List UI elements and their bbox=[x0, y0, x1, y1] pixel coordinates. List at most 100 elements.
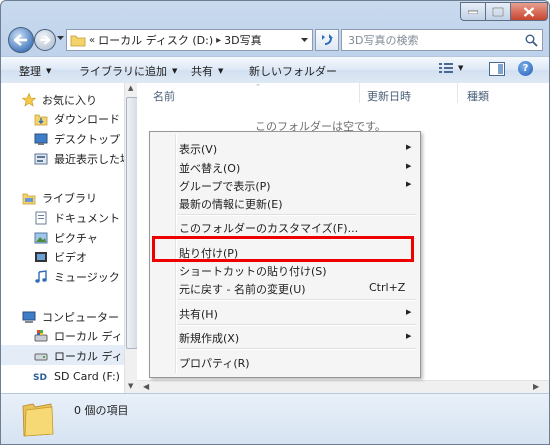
item-count: 0 個の項目 bbox=[74, 404, 129, 417]
menu-item-group-by[interactable]: グループで表示(P) bbox=[179, 178, 271, 194]
command-bar: 整理 ▼ ライブラリに追加 ▼ 共有 ▼ 新しいフォルダー ▼ ? bbox=[1, 56, 549, 84]
sort-indicator-icon: ⌃ bbox=[255, 83, 261, 91]
scroll-right-icon[interactable]: ▶ bbox=[533, 382, 539, 391]
scroll-down-icon[interactable]: ▼ bbox=[128, 382, 133, 390]
breadcrumb-overflow[interactable]: « bbox=[89, 35, 95, 46]
arrow-left-icon bbox=[14, 34, 27, 46]
preview-pane-button[interactable] bbox=[489, 62, 505, 79]
submenu-arrow-icon: ▶ bbox=[406, 143, 412, 151]
folder-icon bbox=[22, 403, 54, 437]
horizontal-scrollbar[interactable]: ◀ ▶ bbox=[137, 380, 549, 394]
nav-sd-card-label: SD Card (F:) bbox=[54, 369, 120, 383]
nav-favorites[interactable]: お気に入り bbox=[21, 92, 97, 108]
chevron-down-icon bbox=[300, 38, 308, 42]
breadcrumb-separator[interactable]: ▸ bbox=[216, 35, 221, 46]
navigation-pane: お気に入り ダウンロード デスクトップ 最近表示した場所 ライブラリ ドキュメン… bbox=[1, 83, 145, 393]
change-view-button[interactable]: ▼ bbox=[439, 62, 463, 74]
organize-button[interactable]: 整理 ▼ bbox=[19, 63, 51, 79]
address-dropdown[interactable] bbox=[296, 31, 312, 49]
scroll-left-icon[interactable]: ◀ bbox=[143, 382, 149, 391]
search-box[interactable]: 3D写真の検索 bbox=[341, 29, 543, 51]
menu-item-undo-rename[interactable]: 元に戻す - 名前の変更(U) bbox=[179, 281, 306, 297]
videos-icon bbox=[35, 252, 47, 262]
menu-item-view[interactable]: 表示(V) bbox=[179, 141, 217, 157]
submenu-arrow-icon: ▶ bbox=[406, 162, 412, 170]
column-header-date[interactable]: 更新日時 bbox=[367, 88, 411, 104]
menu-item-sort-by[interactable]: 並べ替え(O) bbox=[179, 160, 240, 176]
column-divider[interactable] bbox=[359, 83, 360, 103]
submenu-arrow-icon: ▶ bbox=[406, 332, 412, 340]
address-bar[interactable]: « ローカル ディスク (D:) ▸ 3D写真 bbox=[66, 29, 313, 51]
refresh-button[interactable] bbox=[315, 29, 339, 51]
desktop-icon bbox=[34, 133, 48, 145]
scroll-up-icon[interactable]: ▲ bbox=[128, 84, 133, 92]
view-list-icon bbox=[439, 63, 453, 73]
music-icon bbox=[35, 270, 47, 283]
share-button[interactable]: 共有 ▼ bbox=[191, 63, 223, 79]
menu-item-new[interactable]: 新規作成(X) bbox=[179, 330, 239, 346]
menu-separator bbox=[178, 348, 416, 350]
submenu-arrow-icon: ▶ bbox=[406, 308, 412, 316]
chevron-down-icon: ▼ bbox=[218, 67, 224, 75]
nav-sd-card[interactable]: SD SD Card (F:) bbox=[33, 368, 120, 384]
chevron-down-icon: ▼ bbox=[458, 64, 464, 72]
nav-desktop[interactable]: デスクトップ bbox=[33, 131, 120, 147]
menu-item-paste-shortcut[interactable]: ショートカットの貼り付け(S) bbox=[179, 263, 327, 279]
pictures-icon bbox=[34, 232, 48, 244]
details-pane: 0 個の項目 bbox=[1, 393, 549, 444]
nav-videos[interactable]: ビデオ bbox=[33, 249, 87, 265]
column-header-name[interactable]: 名前 bbox=[153, 88, 175, 104]
nav-libraries[interactable]: ライブラリ bbox=[21, 190, 97, 206]
star-icon bbox=[22, 93, 36, 107]
nav-documents-label: ドキュメント bbox=[54, 212, 120, 225]
recent-places-icon bbox=[34, 153, 48, 165]
include-in-library-label: ライブラリに追加 bbox=[79, 65, 167, 78]
breadcrumb-drive[interactable]: ローカル ディスク (D:) bbox=[98, 32, 213, 48]
menu-item-customize-folder[interactable]: このフォルダーのカスタマイズ(F)... bbox=[179, 220, 358, 236]
minimize-button[interactable] bbox=[460, 2, 486, 21]
nav-documents[interactable]: ドキュメント bbox=[33, 210, 120, 226]
maximize-button[interactable] bbox=[485, 2, 511, 21]
libraries-icon bbox=[22, 193, 36, 205]
downloads-folder-icon bbox=[34, 114, 48, 126]
nav-downloads-label: ダウンロード bbox=[54, 113, 120, 126]
nav-desktop-label: デスクトップ bbox=[54, 133, 120, 146]
nav-music[interactable]: ミュージック bbox=[33, 269, 120, 285]
column-divider[interactable] bbox=[457, 83, 458, 103]
nav-videos-label: ビデオ bbox=[54, 251, 87, 264]
close-icon bbox=[523, 6, 535, 17]
nav-downloads[interactable]: ダウンロード bbox=[33, 111, 120, 127]
chevron-down-icon: ▼ bbox=[172, 67, 178, 75]
organize-label: 整理 bbox=[19, 65, 41, 78]
close-button[interactable] bbox=[510, 2, 548, 21]
menu-item-share[interactable]: 共有(H) bbox=[179, 306, 218, 322]
menu-item-refresh[interactable]: 最新の情報に更新(E) bbox=[179, 196, 283, 212]
computer-icon bbox=[22, 311, 36, 323]
include-in-library-button[interactable]: ライブラリに追加 ▼ bbox=[79, 63, 177, 79]
refresh-icon bbox=[322, 34, 333, 45]
drive-icon bbox=[34, 353, 48, 361]
back-button[interactable] bbox=[8, 27, 34, 53]
sd-card-icon: SD bbox=[33, 373, 47, 383]
minimize-icon bbox=[468, 10, 478, 14]
search-icon[interactable] bbox=[525, 34, 538, 47]
navigation-pane-scrollbar[interactable]: ▲ ▼ bbox=[124, 83, 138, 393]
help-button[interactable]: ? bbox=[518, 61, 533, 76]
forward-button[interactable] bbox=[34, 29, 56, 51]
nav-libraries-label: ライブラリ bbox=[42, 192, 97, 205]
column-header-type[interactable]: 種類 bbox=[467, 88, 489, 104]
chevron-down-icon: ▼ bbox=[46, 67, 52, 75]
nav-pictures[interactable]: ピクチャ bbox=[33, 230, 98, 246]
recent-pages-dropdown[interactable] bbox=[57, 36, 64, 40]
nav-pictures-label: ピクチャ bbox=[54, 232, 98, 245]
search-input[interactable]: 3D写真の検索 bbox=[348, 32, 525, 48]
menu-separator bbox=[178, 324, 416, 326]
new-folder-button[interactable]: 新しいフォルダー bbox=[249, 63, 337, 79]
menu-item-properties[interactable]: プロパティ(R) bbox=[179, 355, 250, 371]
submenu-arrow-icon: ▶ bbox=[406, 180, 412, 188]
paste-highlight-box bbox=[152, 236, 414, 262]
nav-music-label: ミュージック bbox=[54, 271, 120, 284]
preview-pane-icon bbox=[489, 62, 505, 76]
nav-computer[interactable]: コンピューター bbox=[21, 309, 119, 325]
breadcrumb-folder[interactable]: 3D写真 bbox=[224, 32, 261, 48]
